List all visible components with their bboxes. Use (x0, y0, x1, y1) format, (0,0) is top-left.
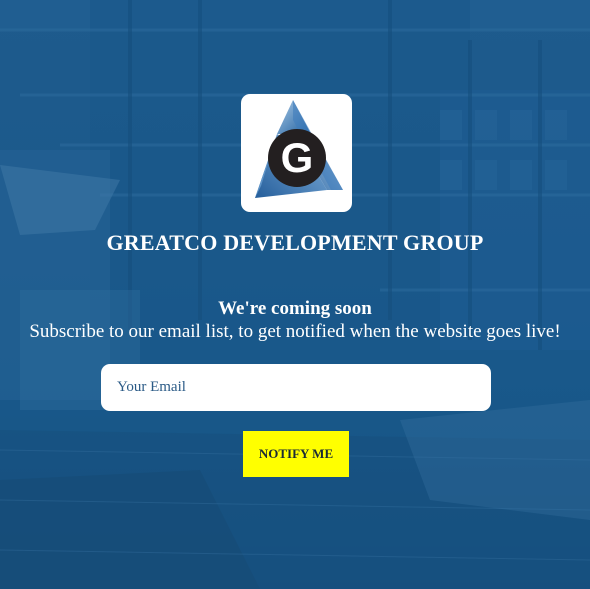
notify-me-button[interactable]: NOTIFY ME (243, 431, 349, 477)
subscribe-subtitle: Subscribe to our email list, to get noti… (29, 321, 561, 342)
email-input[interactable] (101, 364, 491, 411)
company-name: GREATCO DEVELOPMENT GROUP (106, 230, 484, 255)
coming-soon-heading: We're coming soon (218, 298, 372, 319)
company-logo: G (241, 94, 352, 212)
coming-soon-panel: G GREATCO DEVELOPMENT GROUP We're coming… (0, 0, 590, 589)
g-triangle-logo-icon: G (255, 100, 343, 198)
logo-letter: G (281, 134, 314, 181)
